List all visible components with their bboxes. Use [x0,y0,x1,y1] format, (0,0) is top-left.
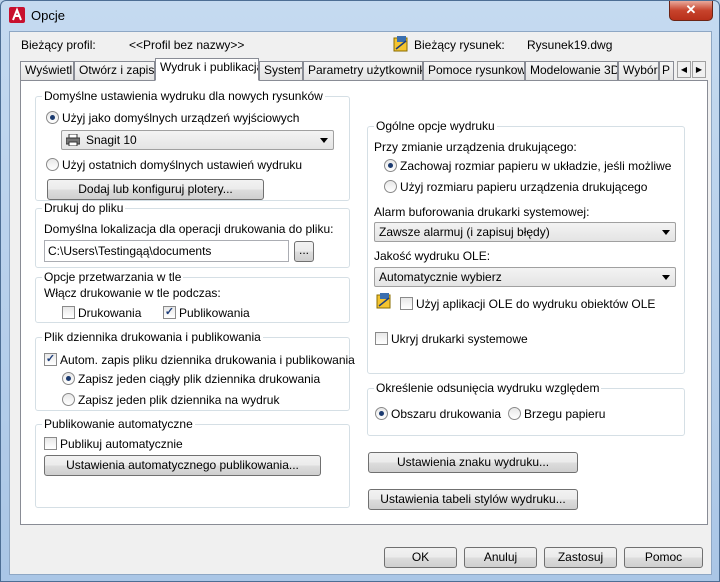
add-configure-plotters-button[interactable]: Dodaj lub konfiguruj plotery... [47,179,264,200]
use-device-paper-size-radio[interactable] [384,180,397,194]
spool-alert-select[interactable]: Zawsze alarmuj (i zapisuj błędy) [374,222,676,242]
tab-open-save[interactable]: Otwórz i zapisz [74,61,155,80]
tab-scroll-left-icon[interactable]: ◀ [677,61,691,78]
ok-button[interactable]: OK [384,547,457,568]
use-last-settings-radio[interactable] [46,158,59,172]
browse-path-button[interactable]: ... [294,241,314,262]
current-drawing-value: Rysunek19.dwg [527,38,613,52]
window-title: Opcje [31,8,65,23]
general-plot-options-group: Ogólne opcje wydruku Przy zmianie urządz… [367,119,685,374]
background-publishing-option[interactable]: ✓ Publikowania [163,305,250,320]
current-profile-value: <<Profil bez nazwy>> [129,38,245,52]
tab-3d-modeling[interactable]: Modelowanie 3D [525,61,618,80]
output-device-select[interactable]: Snagit 10 [61,130,334,150]
paper-edge-radio[interactable] [508,407,521,421]
plot-to-file-group: Drukuj do pliku Domyślna lokalizacja dla… [35,201,350,268]
hide-system-printers-option[interactable]: Ukryj drukarki systemowe [375,331,528,346]
cancel-button[interactable]: Anuluj [464,547,537,568]
background-plotting-checkbox[interactable] [62,306,75,320]
auto-save-log-option[interactable]: ✓ Autom. zapis pliku dziennika drukowania… [44,352,355,367]
tab-strip: Wyświetl Otwórz i zapisz Wydruk i publik… [20,58,710,81]
chevron-down-icon [662,275,670,280]
plot-offset-title: Określenie odsunięcia wydruku względem [374,381,602,395]
options-dialog: Opcje ✕ Bieżący profil: <<Profil bez naz… [0,0,720,582]
default-output-group: Domyślne ustawienia wydruku dla nowych r… [35,89,350,201]
chevron-down-icon [320,138,328,143]
log-file-group: Plik dziennika drukowania i publikowania… [35,330,355,411]
printer-icon [66,134,80,146]
keep-paper-size-radio[interactable] [384,159,397,173]
spool-alert-value: Zawsze alarmuj (i zapisuj błędy) [379,225,550,239]
dialog-client: Bieżący profil: <<Profil bez nazwy>> Bie… [9,31,712,575]
tab-drafting[interactable]: Pomoce rysunkowe [423,61,525,80]
title-bar: Opcje ✕ [1,1,719,29]
background-plotting-option[interactable]: Drukowania [62,305,141,320]
tab-display[interactable]: Wyświetl [20,61,74,80]
log-file-title: Plik dziennika drukowania i publikowania [42,330,263,344]
plot-to-file-title: Drukuj do pliku [42,201,126,215]
use-default-device-radio[interactable] [46,111,59,125]
plot-offset-group: Określenie odsunięcia wydruku względem O… [367,381,685,436]
tab-selection[interactable]: Wybór [618,61,659,80]
plot-stamp-settings-button[interactable]: Ustawienia znaku wydruku... [368,452,578,473]
use-default-device-option[interactable]: Użyj jako domyślnych urządzeń wyjściowyc… [46,110,299,125]
apply-button[interactable]: Zastosuj [544,547,617,568]
auto-publish-group: Publikowanie automatyczne Publikuj autom… [35,417,350,508]
ole-quality-label: Jakość wydruku OLE: [374,249,491,263]
plot-style-table-settings-button[interactable]: Ustawienia tabeli stylów wydruku... [368,489,578,510]
plot-publish-panel: Domyślne ustawienia wydruku dla nowych r… [20,80,708,525]
close-button[interactable]: ✕ [669,1,713,21]
background-processing-group: Opcje przetwarzania w tle Włącz drukowan… [35,270,350,323]
auto-publish-title: Publikowanie automatyczne [42,417,195,431]
chevron-down-icon [662,230,670,235]
ole-quality-select[interactable]: Automatycznie wybierz [374,267,676,287]
per-plot-log-radio[interactable] [62,393,75,407]
default-output-title: Domyślne ustawienia wydruku dla nowych r… [42,89,325,103]
ole-quality-value: Automatycznie wybierz [379,270,502,284]
printable-area-radio[interactable] [375,407,388,421]
ole-icon [376,293,391,309]
tab-system[interactable]: System [259,61,303,80]
autocad-app-icon [9,7,25,23]
current-profile-label: Bieżący profil: [21,38,96,52]
tab-plot-publish[interactable]: Wydruk i publikacja [155,58,259,81]
output-device-value: Snagit 10 [86,133,137,147]
printable-area-option[interactable]: Obszaru drukowania [375,406,501,421]
use-ole-app-option[interactable]: Użyj aplikacji OLE do wydruku obiektów O… [400,296,655,311]
general-plot-options-title: Ogólne opcje wydruku [374,119,497,133]
use-ole-app-checkbox[interactable] [400,297,413,311]
background-processing-title: Opcje przetwarzania w tle [42,270,184,284]
continuous-log-option[interactable]: Zapisz jeden ciągły plik dziennika druko… [62,371,320,386]
use-last-settings-option[interactable]: Użyj ostatnich domyślnych ustawień wydru… [46,157,302,172]
background-publishing-checkbox[interactable]: ✓ [163,306,176,320]
hide-system-printers-checkbox[interactable] [375,332,388,346]
keep-paper-size-option[interactable]: Zachowaj rozmiar papieru w układzie, jeś… [384,158,671,173]
auto-save-log-checkbox[interactable]: ✓ [44,353,57,367]
tab-scroll-right-icon[interactable]: ▶ [692,61,706,78]
help-button[interactable]: Pomoc [624,547,703,568]
paper-edge-option[interactable]: Brzegu papieru [508,406,605,421]
change-device-label: Przy zmianie urządzenia drukującego: [374,140,577,154]
continuous-log-radio[interactable] [62,372,75,386]
per-plot-log-option[interactable]: Zapisz jeden plik dziennika na wydruk [62,392,279,407]
plot-to-file-path-input[interactable]: C:\Users\Testingąą\documents [44,240,289,262]
use-device-paper-size-option[interactable]: Użyj rozmiaru papieru urządzenia drukują… [384,179,647,194]
tab-profiles[interactable]: P [659,61,674,80]
current-drawing-label: Bieżący rysunek: [414,38,505,52]
auto-publish-settings-button[interactable]: Ustawienia automatycznego publikowania..… [44,455,321,476]
enable-background-label: Włącz drukowanie w tle podczas: [44,286,221,300]
auto-publish-checkbox[interactable] [44,437,57,451]
auto-publish-option[interactable]: Publikuj automatycznie [44,436,183,451]
spool-alert-label: Alarm buforowania drukarki systemowej: [374,205,590,219]
plot-to-file-location-label: Domyślna lokalizacja dla operacji drukow… [44,222,334,236]
drawing-icon [393,36,408,52]
tab-user-preferences[interactable]: Parametry użytkownika [303,61,423,80]
